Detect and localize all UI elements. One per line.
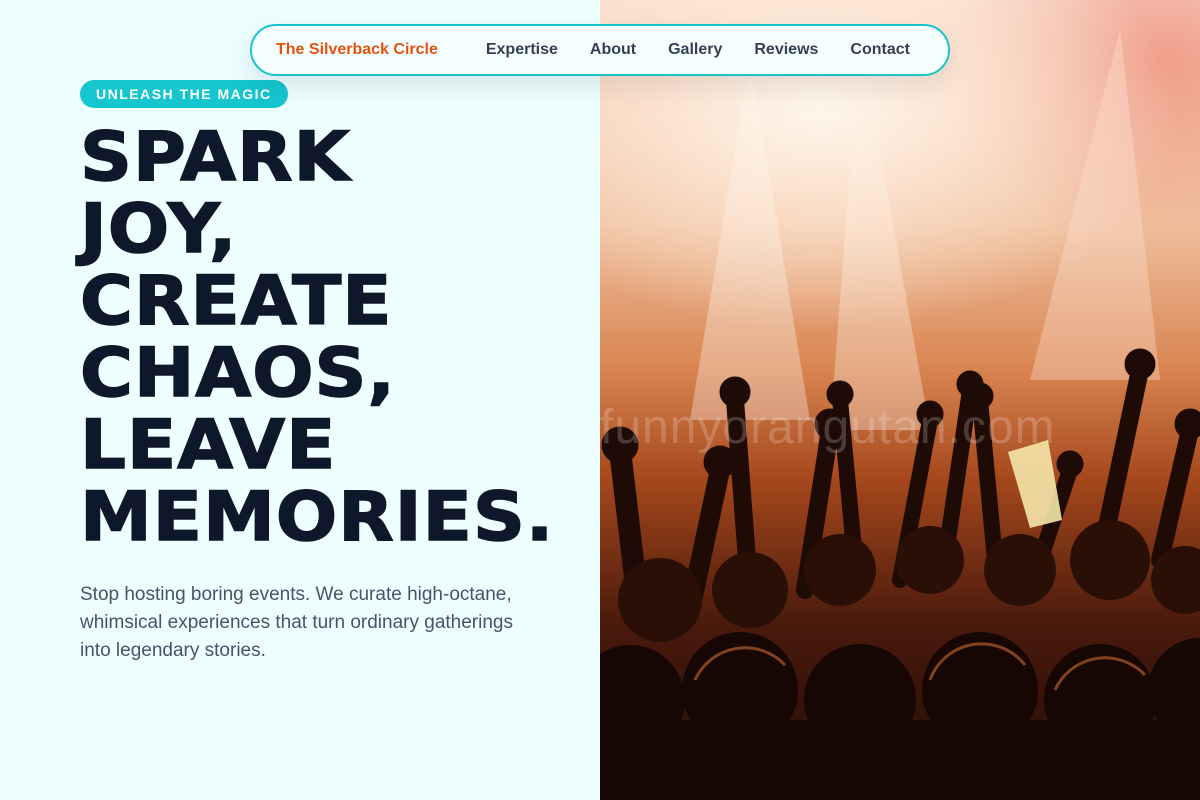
hero-headline: SPARK JOY, CREATE CHAOS, LEAVE MEMORIES. [79, 118, 610, 557]
top-navigation-bar: The Silverback Circle Expertise About Ga… [250, 24, 950, 76]
headline-line-5: LEAVE [79, 406, 337, 485]
hero-badge: UNLEASH THE MAGIC [80, 80, 288, 108]
nav-link-about[interactable]: About [574, 41, 652, 59]
headline-line-6: MEMORIES. [79, 478, 555, 557]
nav-link-contact[interactable]: Contact [834, 41, 926, 59]
nav-link-reviews[interactable]: Reviews [738, 41, 834, 59]
headline-line-4: CHAOS, [79, 334, 396, 413]
concert-crowd-image [600, 0, 1200, 800]
headline-line-1: SPARK [79, 118, 351, 197]
headline-line-3: CREATE [79, 262, 393, 341]
brand-logo-link[interactable]: The Silverback Circle [276, 41, 454, 59]
nav-link-gallery[interactable]: Gallery [652, 41, 738, 59]
nav-link-expertise[interactable]: Expertise [470, 41, 574, 59]
hero-subtext: Stop hosting boring events. We curate hi… [80, 584, 513, 661]
headline-line-2: JOY, [79, 190, 238, 269]
crowd-silhouette-illustration [600, 30, 1200, 800]
